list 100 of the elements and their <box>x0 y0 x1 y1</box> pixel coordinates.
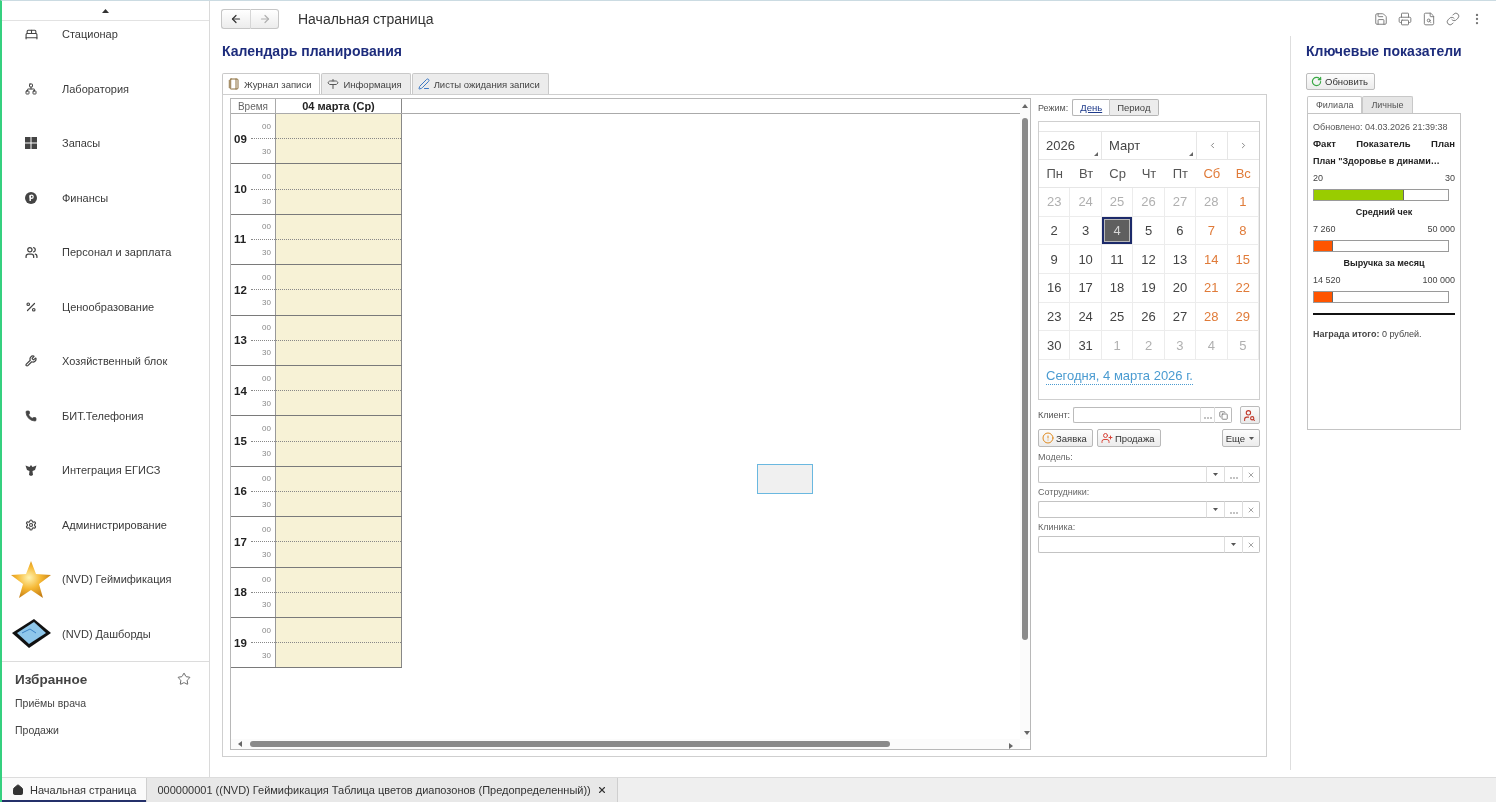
tab[interactable]: Журнал записи <box>222 73 321 94</box>
client-field[interactable] <box>1073 407 1201 423</box>
calendar-day[interactable]: 19 <box>1133 274 1165 303</box>
calendar-day[interactable]: 30 <box>1039 331 1071 361</box>
tab[interactable]: Информация <box>321 73 411 94</box>
time-slot[interactable] <box>276 214 401 240</box>
time-slot[interactable] <box>276 189 401 214</box>
open-button[interactable] <box>1214 407 1232 423</box>
minute-label: 30 <box>262 449 271 459</box>
tab[interactable]: Личные <box>1362 96 1413 113</box>
minute-label: 00 <box>262 575 271 585</box>
calendar-day[interactable]: 31 <box>1070 331 1102 361</box>
calendar-day[interactable]: 9 <box>1039 245 1071 275</box>
calendar-day[interactable]: 12 <box>1133 245 1165 275</box>
time-slot[interactable] <box>276 365 401 392</box>
filter-field[interactable] <box>1038 466 1206 483</box>
scrollbar-thumb[interactable] <box>1022 118 1028 640</box>
calendar-day[interactable]: 10 <box>1070 245 1102 275</box>
calendar-day[interactable]: 18 <box>1101 274 1134 303</box>
calendar-day[interactable]: 3 <box>1070 216 1102 246</box>
calendar-day[interactable]: 17 <box>1070 274 1102 303</box>
section-title: Календарь планирования <box>222 42 403 61</box>
calendar-day[interactable]: 26 <box>1133 302 1165 332</box>
document-search-icon[interactable] <box>1422 11 1436 26</box>
time-slot[interactable] <box>276 491 401 517</box>
sidebar-item[interactable]: Администрирование <box>2 511 209 538</box>
select-button[interactable] <box>1200 407 1214 423</box>
hour-label: 18 <box>233 585 248 601</box>
mode-toggle[interactable]: Период <box>1109 99 1159 116</box>
ellipsis-icon <box>1229 511 1238 514</box>
dropdown-button[interactable] <box>1224 536 1242 553</box>
time-slot[interactable] <box>276 391 401 416</box>
dropdown-button[interactable] <box>1206 501 1224 518</box>
favorite-link[interactable]: Продажи <box>15 722 59 738</box>
time-slot[interactable] <box>276 139 401 164</box>
time-slot[interactable] <box>276 592 401 617</box>
calendar-day[interactable]: 24 <box>1070 302 1102 332</box>
client-search-button[interactable] <box>1240 406 1260 424</box>
alert-icon <box>1042 432 1054 444</box>
hour-label: 16 <box>233 484 248 500</box>
calendar-day[interactable]: 2 <box>1039 216 1071 246</box>
action-button[interactable]: Заявка <box>1038 429 1093 447</box>
scroll-up-icon <box>102 8 109 13</box>
tab[interactable]: Филиала <box>1307 96 1363 113</box>
time-slot[interactable] <box>276 466 401 492</box>
dropdown-button[interactable] <box>1206 466 1224 483</box>
user-search-icon <box>1243 408 1257 422</box>
sidebar-item[interactable]: Хозяйственный блок <box>2 348 209 374</box>
save-icon[interactable] <box>1374 11 1388 26</box>
time-slot[interactable] <box>276 643 401 668</box>
sidebar-item[interactable]: Финансы <box>2 184 209 211</box>
time-slot[interactable] <box>276 441 401 466</box>
clear-button[interactable] <box>1242 536 1260 553</box>
time-slot[interactable] <box>276 340 401 365</box>
time-slot[interactable] <box>276 617 401 644</box>
sidebar-item[interactable]: БИТ.Телефония <box>2 402 209 429</box>
window-tab[interactable]: 000000001 ((NVD) Геймификация Таблица цветов диапозонов (Предопределенный)) <box>147 778 618 802</box>
clear-button[interactable] <box>1242 466 1260 483</box>
more-button[interactable]: Еще <box>1221 429 1260 447</box>
calendar-day[interactable]: 13 <box>1164 245 1197 275</box>
refresh-button[interactable]: Обновить <box>1306 73 1375 90</box>
sidebar-item[interactable]: Интеграция ЕГИСЗ <box>2 457 209 483</box>
sidebar-item[interactable]: (NVD) Геймификация <box>2 560 209 598</box>
sidebar-item[interactable]: Запасы <box>2 130 209 156</box>
calendar-day[interactable]: 20 <box>1164 274 1197 303</box>
time-slot[interactable] <box>276 240 401 265</box>
calendar-day[interactable]: 23 <box>1039 302 1071 332</box>
sidebar-item[interactable]: Лаборатория <box>2 75 209 102</box>
sidebar-item[interactable]: Стационар <box>2 21 209 47</box>
hour-label: 09 <box>233 131 248 147</box>
filter-field[interactable] <box>1038 536 1224 553</box>
back-button[interactable] <box>221 8 250 29</box>
calendar-day[interactable]: 11 <box>1101 245 1134 275</box>
select-button[interactable] <box>1224 466 1242 483</box>
minute-label: 00 <box>262 121 271 131</box>
window-tab[interactable]: Начальная страница <box>2 778 148 802</box>
mode-label: Режим: <box>1038 102 1069 113</box>
refresh-icon <box>1311 76 1322 87</box>
printer-icon[interactable] <box>1398 11 1412 26</box>
clear-button[interactable] <box>1242 501 1260 518</box>
calendar-day[interactable]: 5 <box>1133 216 1165 246</box>
star-icon[interactable] <box>177 672 191 686</box>
filter-field[interactable] <box>1038 501 1206 518</box>
tab[interactable]: Листы ожидания записи <box>411 73 549 94</box>
scrollbar-thumb[interactable] <box>250 741 890 747</box>
link-icon[interactable] <box>1446 11 1460 26</box>
gear-icon <box>25 518 37 531</box>
calendar-day[interactable]: 16 <box>1039 274 1071 303</box>
time-slot[interactable] <box>276 315 401 341</box>
sidebar-item[interactable]: Персонал и зарплата <box>2 239 209 265</box>
favorite-link[interactable]: Приёмы врача <box>15 695 87 711</box>
action-button[interactable]: Продажа <box>1096 429 1161 447</box>
sidebar-item[interactable]: (NVD) Дашборды <box>2 614 209 653</box>
year-select[interactable]: 2026 <box>1039 132 1102 159</box>
sidebar-item[interactable]: Ценообразование <box>2 293 209 320</box>
hour-label: 10 <box>233 182 248 198</box>
select-button[interactable] <box>1224 501 1242 518</box>
close-icon[interactable] <box>596 785 607 795</box>
time-slot[interactable] <box>276 567 401 593</box>
mode-toggle[interactable]: День <box>1072 99 1110 116</box>
